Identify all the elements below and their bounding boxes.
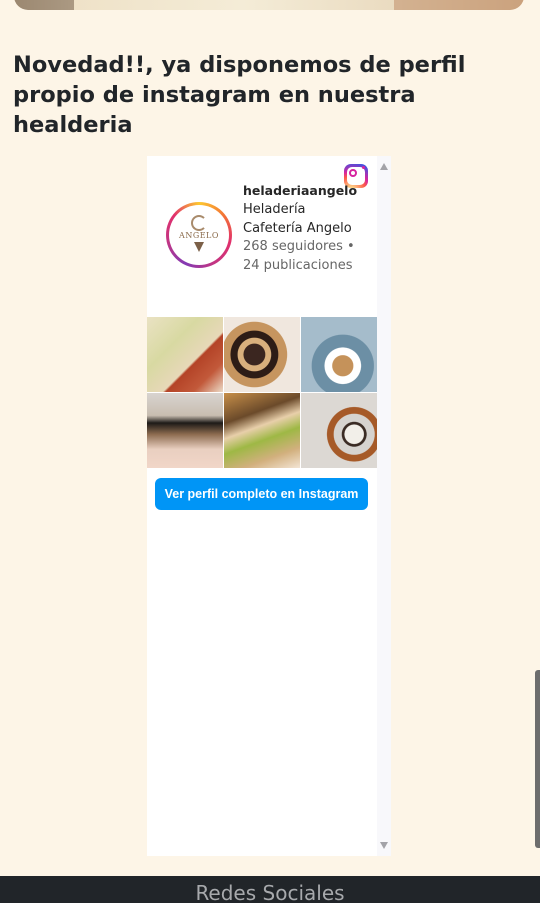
scroll-up-icon[interactable] <box>380 163 388 170</box>
post-thumbnail[interactable] <box>147 393 223 468</box>
ice-cream-icon <box>191 215 207 231</box>
scroll-down-icon[interactable] <box>380 842 388 849</box>
footer-title: Redes Sociales <box>195 881 345 903</box>
view-full-profile-button[interactable]: Ver perfil completo en Instagram <box>155 478 368 510</box>
hero-image <box>14 0 524 10</box>
post-thumbnail[interactable] <box>224 317 300 392</box>
post-thumbnail[interactable] <box>301 317 377 392</box>
profile-avatar[interactable]: ANGELO <box>166 202 232 268</box>
news-headline: Novedad!!, ya disponemos de perfil propi… <box>13 52 466 138</box>
instagram-widget[interactable]: ANGELO heladeriaangelo Heladería Cafeter… <box>147 156 391 856</box>
widget-scrollbar[interactable] <box>377 156 391 856</box>
profile-stats: 268 seguidores • 24 publicaciones <box>243 239 355 273</box>
post-thumbnail[interactable] <box>224 393 300 468</box>
posts-grid <box>147 317 377 469</box>
profile-username[interactable]: heladeriaangelo <box>243 183 357 198</box>
profile-full-name: Heladería Cafetería Angelo <box>243 202 352 236</box>
post-thumbnail[interactable] <box>301 393 377 468</box>
post-thumbnail[interactable] <box>147 317 223 392</box>
page-scrollbar-thumb[interactable] <box>535 670 540 848</box>
footer: Redes Sociales <box>0 876 540 903</box>
avatar-brand: ANGELO <box>179 231 219 240</box>
